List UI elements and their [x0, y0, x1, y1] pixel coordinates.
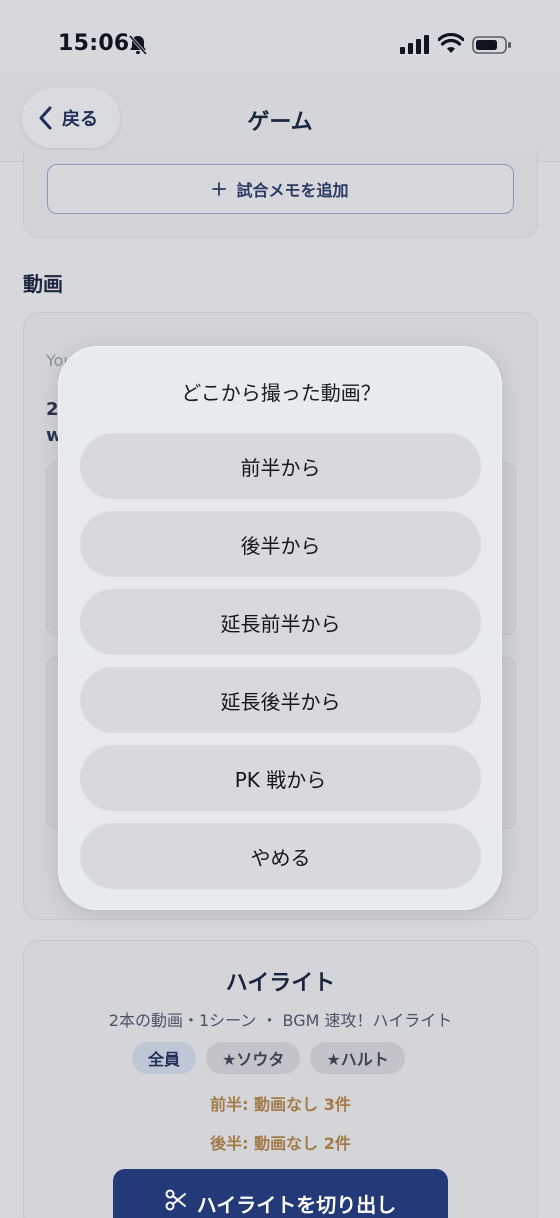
page-title: ゲーム: [247, 110, 313, 135]
highlight-subtitle: 2本の動画・1シーン ・ BGM 速攻！ハイライト: [108, 1011, 453, 1030]
option-extra-second-half[interactable]: 延長後半から: [80, 667, 481, 733]
signal-icon: [400, 35, 429, 54]
plus-icon: [212, 182, 227, 196]
option-first-half[interactable]: 前半から: [80, 433, 481, 499]
wifi-icon: [438, 33, 464, 53]
chip-player[interactable]: ★ソウタ: [206, 1042, 301, 1074]
page: 15:06 戻る ゲーム 試合メモを追加 動画 You 2 w ハイライト 2本…: [0, 0, 560, 1218]
chip-player[interactable]: ★ハルト: [310, 1042, 405, 1074]
video-section-title: 動画: [23, 272, 63, 296]
video-count: 2: [46, 399, 59, 420]
scissors-icon: [165, 1189, 186, 1211]
option-penalty-shootout[interactable]: PK 戦から: [80, 745, 481, 811]
cut-highlight-button[interactable]: ハイライトを切り出し: [113, 1169, 448, 1218]
highlight-card: ハイライト 2本の動画・1シーン ・ BGM 速攻！ハイライト 全員 ★ソウタ …: [23, 940, 538, 1218]
option-extra-first-half[interactable]: 延長前半から: [80, 589, 481, 655]
navigation-bar: 戻る ゲーム: [0, 72, 560, 162]
status-time: 15:06: [58, 31, 130, 56]
video-source-action-sheet: どこから撮った動画？ 前半から 後半から 延長前半から 延長後半から PK 戦か…: [58, 346, 502, 910]
action-sheet-title: どこから撮った動画？: [181, 381, 381, 405]
cut-highlight-label: ハイライトを切り出し: [196, 1193, 397, 1217]
warning-second-half: 後半: 動画なし 2件: [210, 1134, 351, 1153]
highlight-title: ハイライト: [225, 971, 336, 996]
player-chips: 全員 ★ソウタ ★ハルト: [132, 1042, 405, 1074]
battery-icon: [472, 36, 511, 54]
option-second-half[interactable]: 後半から: [80, 511, 481, 577]
add-memo-label: 試合メモを追加: [236, 181, 349, 200]
bell-muted-icon: [128, 35, 148, 55]
cancel-button[interactable]: やめる: [80, 823, 481, 889]
add-memo-button[interactable]: 試合メモを追加: [47, 164, 514, 214]
memo-card: 試合メモを追加: [23, 150, 538, 238]
chip-all[interactable]: 全員: [132, 1042, 197, 1074]
warning-first-half: 前半: 動画なし 3件: [210, 1095, 351, 1114]
